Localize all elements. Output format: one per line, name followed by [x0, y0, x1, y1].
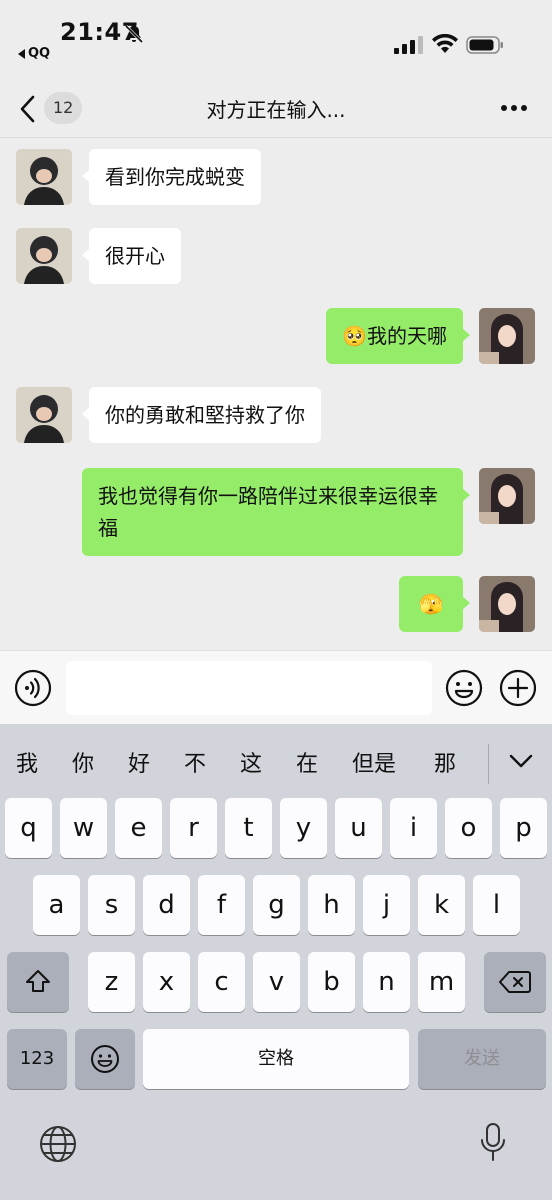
- chat-title: 对方正在输入...: [206, 98, 346, 122]
- pleading-face-emoji: 🥺: [342, 324, 367, 348]
- message-bubble[interactable]: 🥺我的天哪: [326, 308, 470, 364]
- message-bubble[interactable]: 🫣: [399, 576, 470, 632]
- key-h[interactable]: h: [308, 875, 355, 935]
- back-to-app-link[interactable]: QQ: [18, 46, 50, 61]
- wifi-icon: [432, 34, 458, 53]
- key-v[interactable]: v: [253, 952, 300, 1012]
- contact-avatar[interactable]: [16, 149, 72, 205]
- key-q[interactable]: q: [5, 798, 52, 858]
- candidate-word[interactable]: 你: [72, 746, 94, 778]
- battery-icon: [466, 36, 503, 54]
- emoji-key[interactable]: [75, 1029, 135, 1089]
- shift-key[interactable]: [7, 952, 69, 1012]
- send-key[interactable]: 发送: [418, 1029, 546, 1089]
- key-g[interactable]: g: [253, 875, 300, 935]
- message-received: 看到你完成蜕变: [0, 139, 552, 211]
- candidate-word[interactable]: 这: [240, 746, 262, 778]
- key-i[interactable]: i: [390, 798, 437, 858]
- delete-key[interactable]: [484, 952, 546, 1012]
- key-m[interactable]: m: [418, 952, 465, 1012]
- my-avatar[interactable]: [479, 468, 535, 524]
- key-e[interactable]: e: [115, 798, 162, 858]
- add-more-icon[interactable]: [499, 669, 537, 707]
- key-u[interactable]: u: [335, 798, 382, 858]
- candidate-word[interactable]: 在: [296, 746, 318, 778]
- space-key[interactable]: 空格: [143, 1029, 409, 1089]
- message-bubble[interactable]: 很开心: [82, 228, 181, 284]
- emoji-keyboard-icon: [91, 1045, 119, 1073]
- chevron-down-icon[interactable]: [508, 752, 534, 770]
- back-app-label: QQ: [28, 46, 51, 61]
- candidate-word[interactable]: 那: [434, 746, 456, 778]
- key-a[interactable]: a: [33, 875, 80, 935]
- contact-avatar[interactable]: [16, 228, 72, 284]
- key-n[interactable]: n: [363, 952, 410, 1012]
- candidate-word[interactable]: 好: [128, 746, 150, 778]
- message-text: 我也觉得有你一路陪伴过来很幸运很幸福: [98, 484, 438, 540]
- message-sent: 🥺我的天哪: [0, 299, 552, 371]
- key-c[interactable]: c: [198, 952, 245, 1012]
- back-chevron-icon[interactable]: [18, 94, 38, 124]
- candidate-word[interactable]: 我: [16, 746, 38, 778]
- key-x[interactable]: x: [143, 952, 190, 1012]
- key-j[interactable]: j: [363, 875, 410, 935]
- backspace-icon: [499, 971, 531, 993]
- key-r[interactable]: r: [170, 798, 217, 858]
- my-avatar[interactable]: [479, 576, 535, 632]
- key-f[interactable]: f: [198, 875, 245, 935]
- key-b[interactable]: b: [308, 952, 355, 1012]
- cellular-signal-icon: [394, 36, 423, 54]
- message-bubble[interactable]: 看到你完成蜕变: [82, 149, 261, 205]
- key-p[interactable]: p: [500, 798, 547, 858]
- message-list[interactable]: 看到你完成蜕变 很开心 🥺我的天哪 你的勇敢和堅持救了你 我也觉得有你一路陪伴过…: [0, 139, 552, 650]
- message-text: 我的天哪: [367, 324, 447, 348]
- candidate-word[interactable]: 不: [184, 746, 206, 778]
- candidate-word[interactable]: 但是: [352, 746, 396, 778]
- key-l[interactable]: l: [473, 875, 520, 935]
- shift-icon: [26, 970, 50, 992]
- message-sent: 我也觉得有你一路陪伴过来很幸运很幸福: [0, 459, 552, 559]
- message-text: 看到你完成蜕变: [105, 165, 245, 189]
- message-text: 你的勇敢和堅持救了你: [105, 403, 305, 427]
- input-bar: [0, 650, 552, 724]
- key-w[interactable]: w: [60, 798, 107, 858]
- message-received: 你的勇敢和堅持救了你: [0, 378, 552, 450]
- peeking-face-emoji: 🫣: [418, 592, 444, 616]
- key-y[interactable]: y: [280, 798, 327, 858]
- message-bubble[interactable]: 你的勇敢和堅持救了你: [82, 387, 321, 443]
- message-text: 很开心: [105, 244, 165, 268]
- candidate-divider: [488, 744, 489, 784]
- chat-header: 12 对方正在输入...: [0, 78, 552, 138]
- key-t[interactable]: t: [225, 798, 272, 858]
- contact-avatar[interactable]: [16, 387, 72, 443]
- message-received: 很开心: [0, 219, 552, 291]
- numbers-key[interactable]: 123: [7, 1029, 67, 1089]
- message-sent: 🫣: [0, 567, 552, 647]
- my-avatar[interactable]: [479, 308, 535, 364]
- bell-off-icon: [124, 24, 144, 44]
- keyboard: 我 你 好 不 这 在 但是 那 q w e r t y u i o p a s…: [0, 724, 552, 1200]
- microphone-icon[interactable]: [478, 1122, 508, 1164]
- voice-input-icon[interactable]: [14, 669, 52, 707]
- more-options-icon[interactable]: [500, 104, 528, 112]
- key-s[interactable]: s: [88, 875, 135, 935]
- key-d[interactable]: d: [143, 875, 190, 935]
- globe-icon[interactable]: [38, 1124, 78, 1164]
- unread-count-badge[interactable]: 12: [44, 92, 83, 124]
- key-o[interactable]: o: [445, 798, 492, 858]
- key-z[interactable]: z: [88, 952, 135, 1012]
- key-k[interactable]: k: [418, 875, 465, 935]
- message-bubble[interactable]: 我也觉得有你一路陪伴过来很幸运很幸福: [82, 468, 470, 556]
- emoji-icon[interactable]: [445, 669, 483, 707]
- candidate-bar: 我 你 好 不 这 在 但是 那: [0, 724, 552, 802]
- message-input[interactable]: [66, 661, 432, 715]
- status-bar: 21:47 QQ: [0, 0, 552, 78]
